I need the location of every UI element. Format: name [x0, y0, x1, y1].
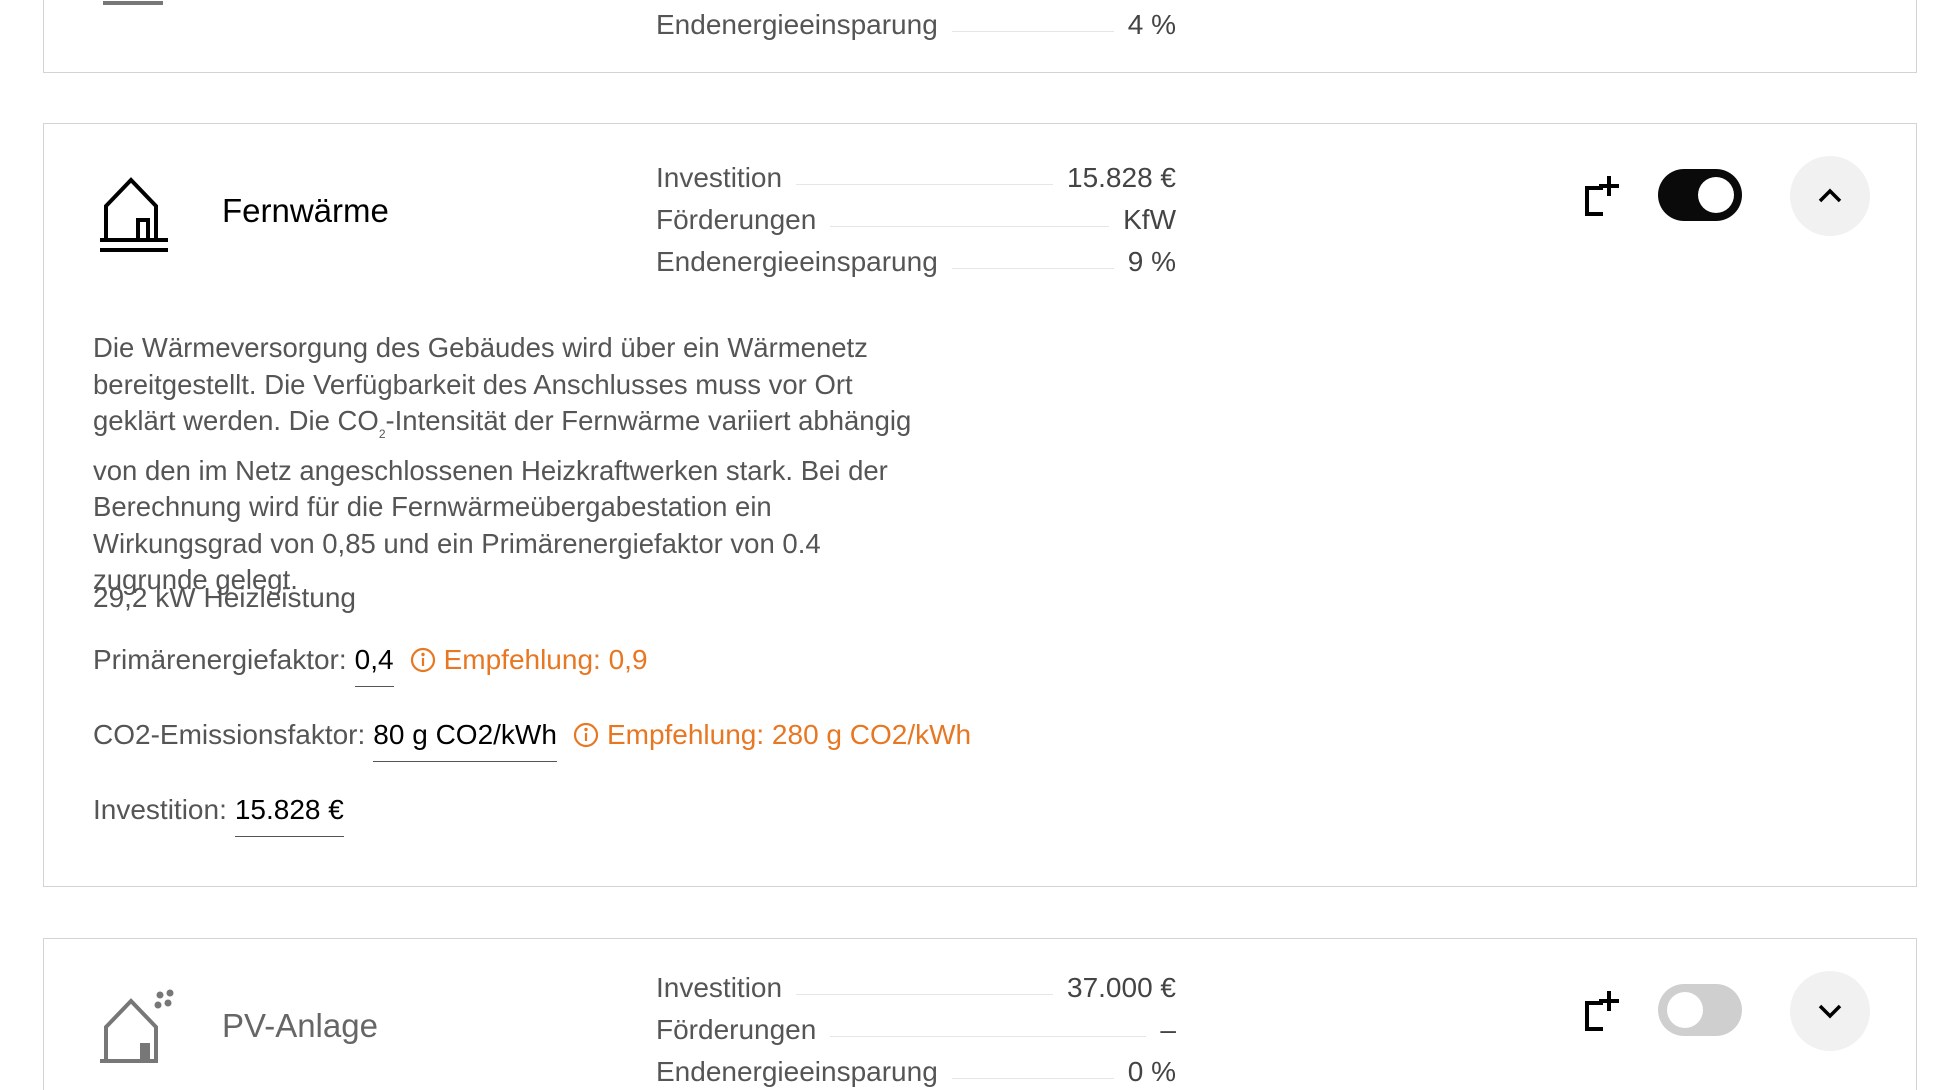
metric-row: Endenergieeinsparung 0 %: [656, 1051, 1176, 1090]
metric-value: 9 %: [1127, 246, 1176, 277]
chevron-up-icon: [1818, 188, 1842, 203]
metric-label: Endenergieeinsparung: [656, 1056, 938, 1087]
primary-energy-row: Primärenergiefaktor: 0,4 Empfehlung: 0,9: [93, 644, 648, 687]
metric-value: 4 %: [1127, 9, 1176, 40]
expand-button[interactable]: [1790, 971, 1870, 1051]
metric-value: KfW: [1123, 204, 1176, 235]
info-circle-icon: [410, 647, 435, 673]
metric-label: Förderungen: [656, 204, 817, 235]
investment-label: Investition:: [93, 794, 227, 825]
co2-hint: Empfehlung: 280 g CO2/kWh: [573, 719, 971, 751]
hint-text: Empfehlung: 280 g CO2/kWh: [606, 719, 972, 750]
add-document-icon: [1585, 991, 1619, 1031]
investment-input[interactable]: 15.828 €: [234, 794, 344, 837]
leader-line: [830, 1035, 1147, 1037]
co2-label: CO2-Emissionsfaktor:: [93, 719, 366, 750]
metric-row: Förderungen –: [656, 1009, 1176, 1051]
primary-energy-label: Primärenergiefaktor:: [93, 644, 347, 675]
metric-row: Förderungen KfW: [656, 199, 1176, 241]
metric-row: Investition 37.000 €: [656, 967, 1176, 1009]
metric-label: Investition: [656, 162, 783, 193]
metrics-list: Investition 37.000 € Förderungen – Enden…: [656, 967, 1176, 1090]
measure-title: PV-Anlage: [222, 1007, 378, 1044]
primary-energy-hint: Empfehlung: 0,9: [410, 644, 648, 676]
leader-line: [951, 30, 1114, 32]
metric-row: Endenergieeinsparung 4 %: [656, 4, 1176, 46]
leader-line: [796, 183, 1053, 185]
measure-toggle[interactable]: [1658, 984, 1742, 1036]
measure-description: Die Wärmeversorgung des Gebäudes wird üb…: [93, 330, 913, 599]
metrics-list: Investition 15.828 € Förderungen KfW End…: [656, 157, 1176, 283]
metric-value: 37.000 €: [1067, 972, 1176, 1003]
leader-line: [951, 267, 1114, 269]
info-circle-icon: [573, 722, 599, 748]
metrics-list: Endenergieeinsparung 4 %: [656, 4, 1176, 46]
add-to-plan-button[interactable]: [1583, 174, 1623, 218]
metric-value: 15.828 €: [1067, 162, 1176, 193]
heat-output: 29,2 kW Heizleistung: [93, 582, 357, 613]
metric-row: Endenergieeinsparung 9 %: [656, 241, 1176, 283]
leader-line: [951, 1077, 1114, 1079]
leader-line: [796, 993, 1053, 995]
metric-value: –: [1160, 1014, 1176, 1045]
add-document-icon: [1585, 176, 1619, 216]
house-icon-partial: [101, 0, 165, 5]
measure-toggle[interactable]: [1658, 169, 1742, 221]
metric-value: 0 %: [1127, 1056, 1176, 1087]
co2-row: CO2-Emissionsfaktor: 80 g CO2/kWh Empfeh…: [93, 719, 971, 762]
metric-label: Endenergieeinsparung: [656, 246, 938, 277]
measure-title: Fernwärme: [222, 192, 389, 229]
chevron-down-icon: [1818, 1004, 1842, 1019]
add-to-plan-button[interactable]: [1583, 989, 1623, 1033]
metric-row: Investition 15.828 €: [656, 157, 1176, 199]
co2-input[interactable]: 80 g CO2/kWh: [373, 719, 557, 762]
house-solar-icon: [98, 989, 178, 1069]
leader-line: [830, 225, 1110, 227]
collapse-button[interactable]: [1790, 156, 1870, 236]
toggle-knob: [1698, 177, 1734, 213]
toggle-knob: [1667, 992, 1703, 1028]
metric-label: Investition: [656, 972, 783, 1003]
metric-label: Endenergieeinsparung: [656, 9, 938, 40]
house-heating-icon: [98, 176, 178, 256]
subscript-2: 2: [378, 427, 386, 441]
hint-text: Empfehlung: 0,9: [443, 644, 648, 675]
measure-card-previous: Endenergieeinsparung 4 %: [43, 0, 1917, 73]
primary-energy-input[interactable]: 0,4: [354, 644, 394, 687]
measure-card-fernwaerme: Fernwärme Investition 15.828 € Förderung…: [43, 123, 1917, 887]
investment-row: Investition: 15.828 €: [93, 794, 344, 837]
metric-label: Förderungen: [656, 1014, 817, 1045]
measure-card-pv: PV-Anlage Investition 37.000 € Förderung…: [43, 938, 1917, 1090]
